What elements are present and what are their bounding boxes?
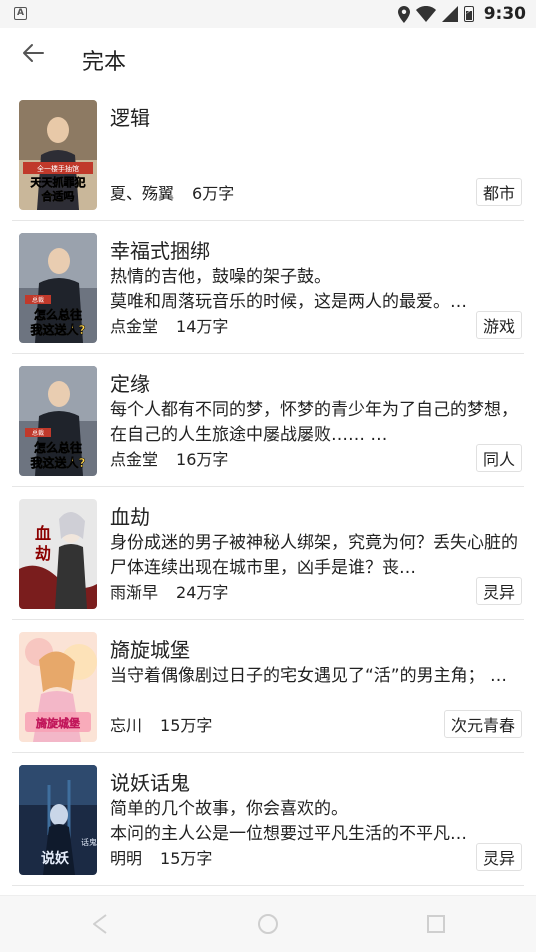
book-description: 热情的吉他，鼓噪的架子鼓。 莫唯和周落玩音乐的时候，这是两人的最爱。… [110,267,467,312]
book-category-tag[interactable]: 灵异 [475,843,522,871]
svg-text:血: 血 [35,524,51,543]
book-cover: 总裁 怎么总往 我这送人? [19,233,97,343]
book-title: 幸福式捆绑 [110,239,210,263]
nav-recents-button[interactable] [422,910,450,938]
nav-home-icon [258,914,278,934]
book-meta: 点金堂 16万字 [110,446,228,470]
svg-text:合适吗: 合适吗 [42,189,75,203]
book-author: 忘川 [110,716,143,735]
book-item[interactable]: 说妖 话鬼 说妖话鬼 简单的几个故事，你会喜欢的。 本问的主人公是一位想要过平凡… [12,753,524,886]
app-notification-icon: A [14,7,27,20]
book-title: 血劫 [110,505,150,529]
book-title: 旖旋城堡 [110,638,190,662]
book-cover: 说妖 话鬼 [19,765,97,875]
page-title: 完本 [82,50,127,75]
battery-icon: ⚡ [463,6,474,22]
cell-signal-icon [441,6,458,22]
book-word-count: 16万字 [176,450,229,469]
book-description: 每个人都有不同的梦，怀梦的青少年为了自己的梦想，在自己的人生旅途中屡战屡败…… … [110,400,518,445]
book-cover-image: 全一楼手抽馆 天天抓罪犯 合适吗 [19,100,97,210]
back-arrow-icon [23,44,44,62]
book-description: 简单的几个故事，你会喜欢的。 本问的主人公是一位想要过平凡生活的不平凡… [110,799,467,844]
status-bar: A ⚡ 9:30 [0,0,536,28]
location-icon [397,5,410,23]
book-cover: 旖旋城堡 [19,632,97,742]
nav-recents-icon [427,915,445,933]
book-author: 雨渐早 [110,583,159,602]
nav-home-button[interactable] [254,910,282,938]
book-word-count: 15万字 [160,716,213,735]
book-item[interactable]: 总裁 怎么总往 我这送人? 定缘 每个人都有不同的梦，怀梦的青少年为了自己的梦想… [12,354,524,487]
status-time: 9:30 [483,4,526,24]
svg-text:旖旋城堡: 旖旋城堡 [36,716,80,730]
book-author: 点金堂 [110,450,159,469]
book-description: 当守着偶像剧过日子的宅女遇见了“活”的男主角； … [110,666,508,686]
book-word-count: 15万字 [160,849,213,868]
book-item[interactable]: 全一楼手抽馆 天天抓罪犯 合适吗 逻辑 夏、殇翼 6万字 都市 [12,88,524,221]
book-cover-image: 说妖 话鬼 [19,765,97,875]
book-category-tag[interactable]: 灵异 [475,577,522,605]
book-author: 夏、殇翼 [110,184,175,203]
book-word-count: 24万字 [176,583,229,602]
book-cover: 全一楼手抽馆 天天抓罪犯 合适吗 [19,100,97,210]
svg-text:话鬼: 话鬼 [81,837,97,847]
book-description: 身份成迷的男子被神秘人绑架，究竟为何？丢失心脏的尸体连续出现在城市里，凶手是谁？… [110,533,518,578]
book-title: 定缘 [110,372,150,396]
wifi-icon [415,6,436,22]
book-meta: 忘川 15万字 [110,712,212,736]
system-nav-bar [0,895,536,952]
book-meta: 明明 15万字 [110,845,212,869]
book-category-tag[interactable]: 游戏 [475,311,522,339]
app-bar: 完本 [0,28,536,88]
svg-text:我这送人?: 我这送人? [31,322,86,337]
book-cover: 总裁 怎么总往 我这送人? [19,366,97,476]
svg-text:全一楼手抽馆: 全一楼手抽馆 [37,164,79,173]
back-button[interactable] [18,38,48,68]
book-cover-image: 旖旋城堡 [19,632,97,742]
svg-text:说妖: 说妖 [41,850,70,867]
nav-back-button[interactable] [86,910,114,938]
book-item[interactable]: 血 劫 血劫 身份成迷的男子被神秘人绑架，究竟为何？丢失心脏的尸体连续出现在城市… [12,487,524,620]
book-cover-image: 总裁 怎么总往 我这送人? [19,366,97,476]
book-item[interactable]: 总裁 怎么总往 我这送人? 幸福式捆绑 热情的吉他，鼓噪的架子鼓。 莫唯和周落玩… [12,221,524,354]
book-meta: 夏、殇翼 6万字 [110,180,234,204]
svg-text:天天抓罪犯: 天天抓罪犯 [31,175,86,189]
book-author: 点金堂 [110,317,159,336]
book-meta: 点金堂 14万字 [110,313,228,337]
book-item[interactable]: 旖旋城堡 旖旋城堡 当守着偶像剧过日子的宅女遇见了“活”的男主角； … 忘川 15… [12,620,524,753]
svg-text:怎么总往: 怎么总往 [34,307,82,322]
book-word-count: 6万字 [192,184,235,203]
svg-text:总裁: 总裁 [32,296,44,304]
book-title: 逻辑 [110,106,150,130]
svg-text:劫: 劫 [35,544,51,563]
svg-text:怎么总往: 怎么总往 [34,440,82,455]
book-category-tag[interactable]: 同人 [475,444,522,472]
book-author: 明明 [110,849,143,868]
book-cover: 血 劫 [19,499,97,609]
svg-text:我这送人?: 我这送人? [31,455,86,470]
svg-text:总裁: 总裁 [32,429,44,437]
book-word-count: 14万字 [176,317,229,336]
book-cover-image: 血 劫 [19,499,97,609]
book-list: 全一楼手抽馆 天天抓罪犯 合适吗 逻辑 夏、殇翼 6万字 都市 总裁 怎么总往 我… [0,88,536,886]
book-category-tag[interactable]: 都市 [475,178,522,206]
book-cover-image: 总裁 怎么总往 我这送人? [19,233,97,343]
book-meta: 雨渐早 24万字 [110,579,228,603]
book-title: 说妖话鬼 [110,771,190,795]
nav-back-icon [93,914,107,934]
book-category-tag[interactable]: 次元青春 [443,710,522,738]
